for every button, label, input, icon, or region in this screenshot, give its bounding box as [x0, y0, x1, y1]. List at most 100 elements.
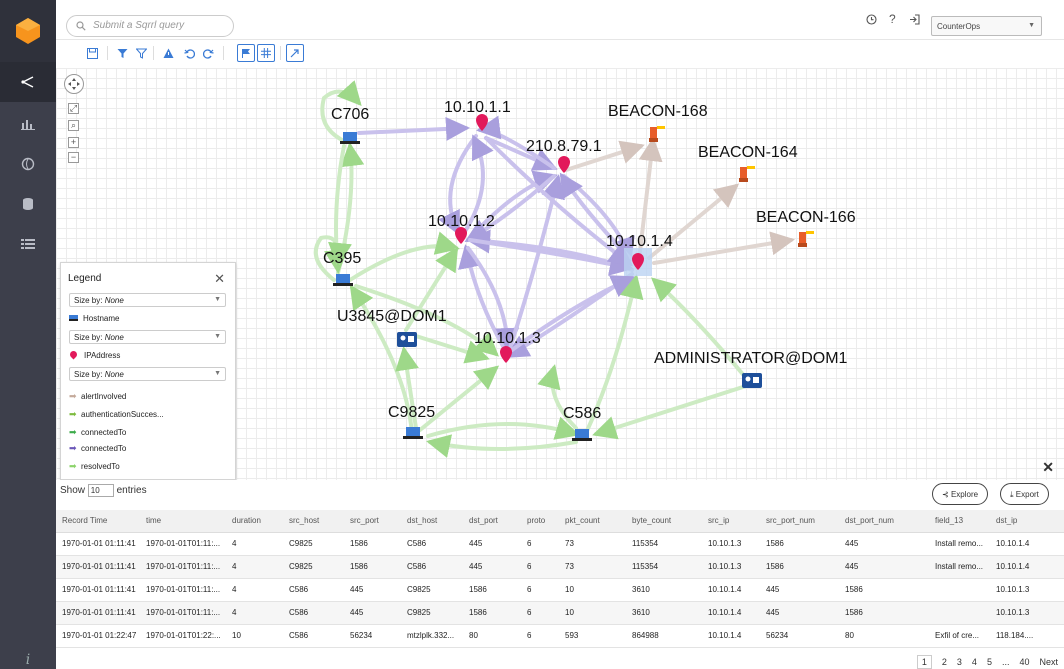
expand-icon[interactable]: [286, 44, 304, 62]
help-button[interactable]: ?: [889, 12, 896, 26]
page-link[interactable]: 40: [1019, 657, 1029, 667]
arrow-right-icon: ➡: [69, 391, 77, 401]
column-header[interactable]: Record Time: [56, 510, 140, 533]
app-root: i Submit a Sqrrl query ? CounterOps ▼ C7…: [0, 0, 1064, 669]
toolbar-divider: [223, 46, 224, 60]
legend-edge: ➡ authenticationSucces...: [69, 409, 164, 420]
table-cell: 56234: [760, 624, 839, 648]
page-link[interactable]: 5: [987, 657, 992, 667]
table-cell: 73: [559, 555, 626, 579]
legend-title: Legend: [68, 273, 102, 284]
table-cell: 80: [463, 624, 521, 648]
workspace-select[interactable]: CounterOps ▼: [931, 16, 1042, 36]
column-header[interactable]: dst_port_num: [839, 510, 929, 533]
zoom-in-button[interactable]: +: [68, 137, 79, 148]
beacon-icon: [649, 126, 665, 142]
node-label[interactable]: 10.10.1.1: [444, 99, 511, 117]
node-label[interactable]: BEACON-166: [756, 209, 856, 227]
column-header[interactable]: src_port_num: [760, 510, 839, 533]
column-header[interactable]: src_host: [283, 510, 344, 533]
results-panel: Show 10 entries ⊰ Explore ⤓ Export Recor…: [56, 480, 1064, 669]
nav-chart-icon[interactable]: [0, 104, 56, 144]
nav-database-icon[interactable]: [0, 184, 56, 224]
table-row[interactable]: 1970-01-01 01:11:41 1970-01-01T01:11:... 4…: [56, 601, 1064, 625]
page-link[interactable]: Next: [1039, 657, 1058, 667]
node-label[interactable]: ADMINISTRATOR@DOM1: [654, 350, 847, 368]
chevron-down-icon: ▼: [214, 370, 221, 377]
column-header[interactable]: dst_ip: [990, 510, 1064, 533]
size-by-select[interactable]: Size by: None ▼: [69, 293, 226, 307]
hexagon-logo-icon: [16, 18, 40, 44]
grid-icon[interactable]: [257, 44, 275, 62]
size-by-select[interactable]: Size by: None ▼: [69, 367, 226, 381]
clear-filter-icon[interactable]: [132, 44, 150, 62]
close-icon[interactable]: ✕: [214, 271, 225, 287]
graph-edge: [652, 231, 795, 265]
node-label[interactable]: BEACON-164: [698, 144, 798, 162]
table-cell: 1586: [344, 532, 401, 556]
table-row[interactable]: 1970-01-01 01:11:41 1970-01-01T01:11:... 4…: [56, 532, 1064, 556]
page-link[interactable]: 1: [916, 655, 932, 669]
table-cell: 445: [760, 578, 839, 602]
table-cell: 56234: [344, 624, 401, 648]
node-label[interactable]: 10.10.1.2: [428, 213, 495, 231]
page-link[interactable]: 4: [972, 657, 977, 667]
close-icon[interactable]: ✕: [1042, 459, 1054, 476]
column-header[interactable]: byte_count: [626, 510, 702, 533]
table-cell: C586: [283, 578, 344, 602]
save-icon[interactable]: [83, 44, 101, 62]
app-logo[interactable]: [0, 0, 56, 62]
column-header[interactable]: field_13: [929, 510, 990, 533]
node-label[interactable]: 10.10.1.3: [474, 330, 541, 348]
column-header[interactable]: dst_port: [463, 510, 521, 533]
entries-select[interactable]: 10: [87, 484, 114, 497]
show-label: Show: [60, 485, 86, 497]
node-label[interactable]: C395: [323, 250, 361, 268]
pan-control[interactable]: [64, 74, 84, 94]
table-cell: 6: [521, 532, 559, 556]
column-header[interactable]: proto: [521, 510, 559, 533]
node-label[interactable]: 210.8.79.1: [526, 138, 602, 156]
column-header[interactable]: duration: [226, 510, 283, 533]
redo-icon[interactable]: [199, 44, 217, 62]
arrow-right-icon: ➡: [69, 409, 77, 419]
explore-button[interactable]: ⊰ Explore: [932, 483, 989, 505]
nav-list-icon[interactable]: [0, 224, 56, 264]
info-icon[interactable]: i: [0, 650, 56, 669]
logout-icon[interactable]: [909, 14, 920, 28]
export-button[interactable]: ⤓ Export: [1000, 483, 1049, 505]
table-cell: 1970-01-01 01:11:41: [56, 555, 140, 579]
column-header[interactable]: dst_host: [401, 510, 463, 533]
flag-icon[interactable]: [237, 44, 255, 62]
nav-globe-icon[interactable]: [0, 144, 56, 184]
table-cell: 445: [463, 532, 521, 556]
fit-icon[interactable]: ⤢: [68, 103, 79, 114]
page-link[interactable]: 2: [942, 657, 947, 667]
page-link[interactable]: ...: [1002, 657, 1010, 667]
page-link[interactable]: 3: [957, 657, 962, 667]
column-header[interactable]: src_port: [344, 510, 401, 533]
zoom-out-button[interactable]: −: [68, 152, 79, 163]
alert-icon[interactable]: [159, 44, 177, 62]
entries-length: Show 10 entries: [60, 484, 147, 497]
node-label[interactable]: C586: [563, 405, 601, 423]
node-label[interactable]: BEACON-168: [608, 103, 708, 121]
column-header[interactable]: src_ip: [702, 510, 760, 533]
table-row[interactable]: 1970-01-01 01:11:41 1970-01-01T01:11:... 4…: [56, 578, 1064, 602]
column-header[interactable]: pkt_count: [559, 510, 626, 533]
table-row[interactable]: 1970-01-01 01:22:47 1970-01-01T01:22:... 1…: [56, 624, 1064, 648]
nav-graph-icon[interactable]: [0, 62, 56, 102]
history-icon[interactable]: [866, 14, 877, 28]
node-label[interactable]: C9825: [388, 404, 435, 422]
legend-edge: ➡ connectedTo: [69, 427, 126, 438]
search-input[interactable]: Submit a Sqrrl query: [66, 15, 234, 37]
filter-icon[interactable]: [113, 44, 131, 62]
undo-icon[interactable]: [180, 44, 198, 62]
column-header[interactable]: time: [140, 510, 226, 533]
size-by-select[interactable]: Size by: None ▼: [69, 330, 226, 344]
node-label[interactable]: 10.10.1.4: [606, 233, 673, 251]
table-row[interactable]: 1970-01-01 01:11:41 1970-01-01T01:11:... 4…: [56, 555, 1064, 579]
node-label[interactable]: U3845@DOM1: [337, 308, 447, 326]
zoom-search-icon[interactable]: ⌕: [68, 120, 79, 131]
node-label[interactable]: C706: [331, 106, 369, 124]
